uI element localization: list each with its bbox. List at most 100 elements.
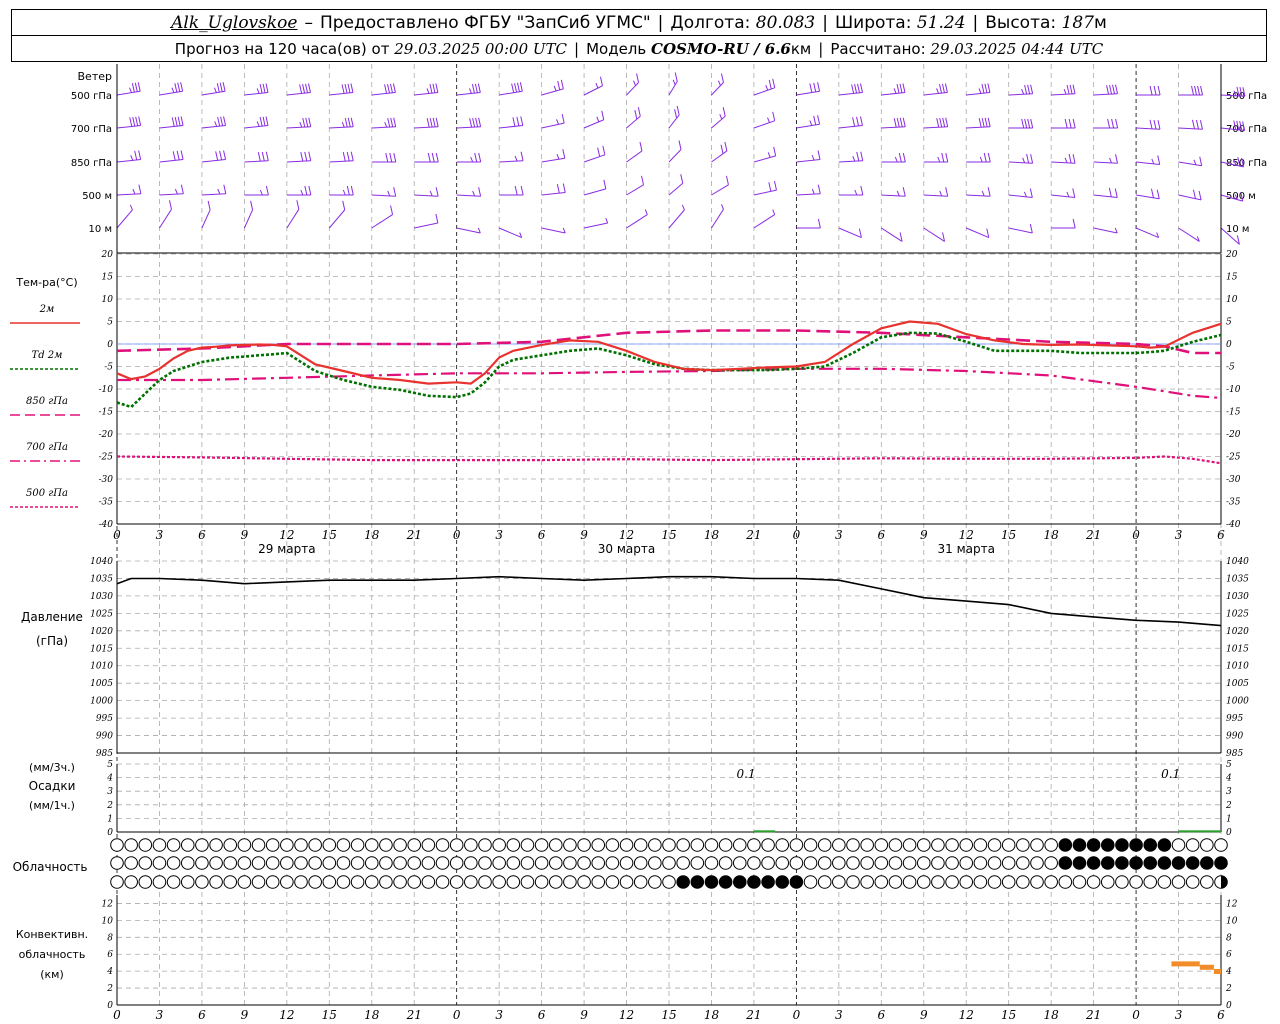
wind-barb-flag [389, 83, 393, 93]
wind-barb-flag [256, 88, 260, 94]
temp-xtick-label: 6 [538, 528, 546, 542]
cloud-cell [138, 875, 153, 889]
wind-barb-flag [636, 73, 640, 83]
wind-barb-flag [1151, 158, 1155, 165]
cloud-cell [152, 838, 167, 852]
cloud-cell [195, 856, 209, 870]
cloud-cell [1072, 856, 1087, 870]
wind-barb-flag [435, 187, 439, 197]
wind-barb-flag [981, 117, 985, 128]
temp-series-line [116, 329, 1221, 355]
wind-barb-flag [1114, 188, 1118, 198]
cloud-cell [1200, 856, 1214, 870]
bottom-xtick-label: 21 [406, 1008, 422, 1022]
wind-barb-flag [474, 83, 478, 93]
cloud-cell [1214, 856, 1228, 870]
wind-barb-shaft [1093, 161, 1118, 164]
cloud-cell [1086, 838, 1101, 852]
wind-barb-flag [131, 83, 135, 93]
wind-barb-flag [809, 120, 813, 126]
temp-xtick-label: 18 [364, 528, 380, 542]
wind-barb-shaft [583, 154, 606, 163]
wind-barb-shaft [668, 114, 680, 129]
cloud-cell [591, 856, 606, 870]
cloud-cell [1100, 875, 1115, 889]
wind-barb-flag [514, 83, 518, 93]
cloud-cell [520, 856, 535, 870]
wind-barb-flag [390, 117, 394, 128]
wind-barb-flag [132, 117, 136, 127]
bottom-xtick-label: 0 [453, 1008, 461, 1022]
press-ytick-left: 985 [96, 749, 113, 759]
wind-barb-flag [1198, 190, 1202, 201]
wind-barb-flag [1072, 84, 1076, 94]
wind-barb-flag [1024, 118, 1028, 129]
cloud-cell [393, 875, 407, 889]
cloud-cell [435, 838, 450, 852]
wind-barb-flag [1157, 120, 1161, 130]
cloud-cell [1058, 856, 1073, 870]
cloud-cell [364, 838, 379, 852]
temp-legend-label: 850 гПа [26, 396, 68, 407]
wind-barb-flag [216, 83, 220, 93]
cloud-cell [619, 875, 634, 889]
wind-barb-flag [896, 117, 900, 128]
precip-ytick-left: 4 [106, 774, 113, 784]
wind-barb-flag [981, 84, 985, 94]
wind-barb-flag [302, 117, 306, 128]
cloud-cell [350, 838, 365, 852]
wind-barb-flag [259, 117, 263, 127]
wind-barb-shaft [1008, 227, 1033, 234]
wind-barb-flag [168, 200, 172, 210]
wind-barb-flag [601, 110, 605, 120]
wind-barb-flag [813, 115, 817, 126]
press-ytick-right: 995 [1226, 714, 1243, 724]
cloud-cell [393, 838, 407, 852]
wind-level-label: 850 гПа [71, 158, 112, 169]
wind-title: Ветер [78, 70, 112, 83]
precip-ytick-right: 0 [1226, 828, 1232, 838]
cloud-cell [803, 875, 818, 889]
temp-ytick-right: -35 [1226, 498, 1241, 508]
wind-barb-flag [350, 117, 354, 127]
wind-barb-flag [180, 82, 184, 92]
wind-barb-flag [219, 150, 223, 161]
temp-ytick-left: -40 [99, 520, 114, 530]
wind-barb-flag [1072, 118, 1076, 129]
bottom-xtick-label: 15 [322, 1008, 337, 1022]
bottom-xtick-label: 12 [959, 1008, 974, 1022]
wind-barb-flag [472, 190, 476, 197]
cloud-cell [916, 856, 931, 870]
wind-barb-shaft [626, 150, 643, 163]
wind-level-label: 10 м [89, 224, 112, 235]
wind-barb-shaft [1136, 161, 1160, 165]
cloud-cell [379, 856, 393, 870]
cloud-cell [605, 838, 620, 852]
conv-ytick-left: 6 [107, 950, 113, 960]
wind-barb-flag [987, 152, 991, 163]
wind-barb-shaft [329, 160, 354, 163]
wind-barb-shaft [923, 126, 948, 129]
temp-xtick-label: 0 [113, 528, 121, 542]
bottom-xtick-label: 6 [198, 1008, 206, 1022]
wind-barb-flag [939, 84, 942, 94]
wind-barb-shaft [541, 227, 566, 234]
conv-ytick-right: 10 [1226, 916, 1238, 926]
cloud-cell [195, 875, 209, 889]
wind-barb-flag [1111, 118, 1115, 129]
temp-xtick-label: 9 [241, 528, 249, 542]
wind-level-label: 700 гПа [71, 124, 112, 135]
cloud-cell [1171, 856, 1186, 870]
wind-barb-flag [429, 84, 433, 94]
cloud-cell [322, 856, 337, 870]
wind-barb-flag [512, 117, 516, 127]
wind-barb-flag [300, 189, 304, 196]
wind-barb-flag [344, 117, 348, 128]
wind-barb-shaft [201, 193, 226, 196]
cloud-cell [605, 875, 620, 889]
cloud-cell [662, 838, 676, 852]
cloud-cell [294, 838, 308, 852]
bottom-xtick-label: 3 [495, 1008, 503, 1022]
cloud-cell [237, 875, 252, 889]
temp-ytick-left: -5 [104, 363, 113, 373]
